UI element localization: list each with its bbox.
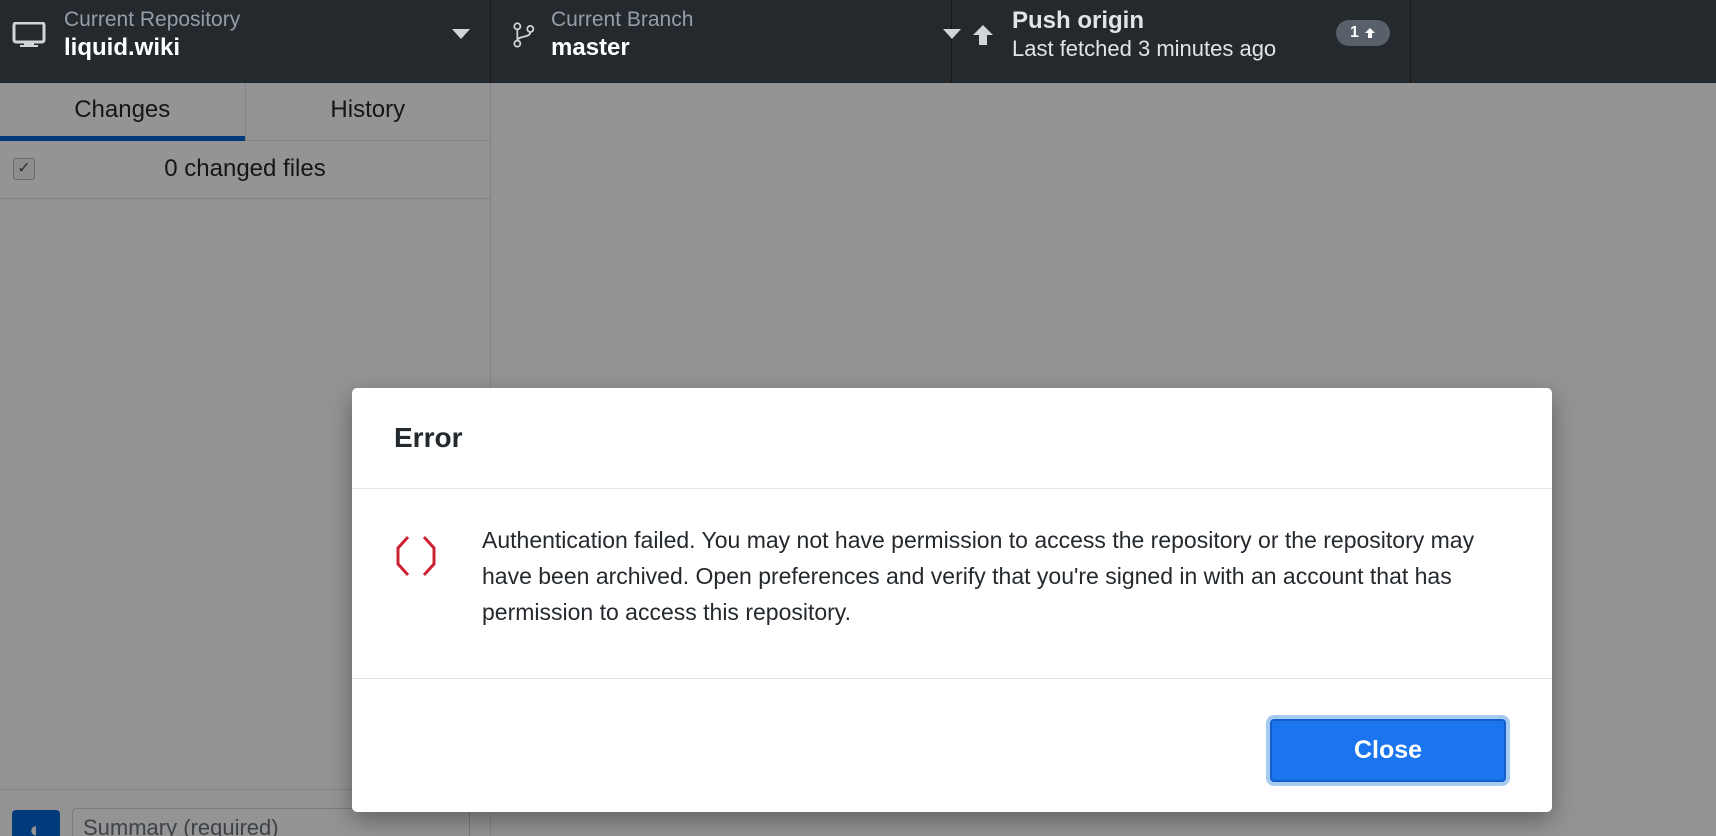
git-branch-icon: [513, 22, 535, 48]
repository-selector[interactable]: Current Repository liquid.wiki: [0, 0, 491, 83]
arrow-up-icon: [973, 25, 993, 45]
chevron-down-icon: [452, 29, 470, 39]
app-toolbar: Current Repository liquid.wiki Current B…: [0, 0, 1716, 83]
dialog-footer: Close: [352, 679, 1552, 812]
branch-selector[interactable]: Current Branch master: [491, 0, 961, 83]
push-title: Push origin: [1012, 7, 1144, 34]
error-dialog: Error Authentication failed. You may not…: [352, 388, 1552, 812]
dialog-body: Authentication failed. You may not have …: [352, 489, 1552, 679]
arrow-up-icon: [1364, 28, 1375, 38]
ahead-count-badge: 1: [1336, 20, 1390, 46]
close-button[interactable]: Close: [1270, 719, 1506, 782]
branch-label: Current Branch: [551, 8, 694, 31]
desktop-icon: [12, 22, 46, 47]
error-message: Authentication failed. You may not have …: [482, 527, 1475, 625]
repository-name: liquid.wiki: [64, 34, 181, 61]
dialog-title: Error: [394, 422, 463, 453]
repository-label: Current Repository: [64, 8, 241, 31]
ahead-count: 1: [1350, 24, 1359, 41]
stop-octagon-icon: [396, 535, 436, 577]
dialog-header: Error: [352, 388, 1552, 489]
last-fetched-text: Last fetched 3 minutes ago: [1012, 36, 1277, 61]
push-origin-button[interactable]: Push origin Last fetched 3 minutes ago 1: [952, 0, 1411, 83]
branch-name: master: [551, 34, 630, 61]
